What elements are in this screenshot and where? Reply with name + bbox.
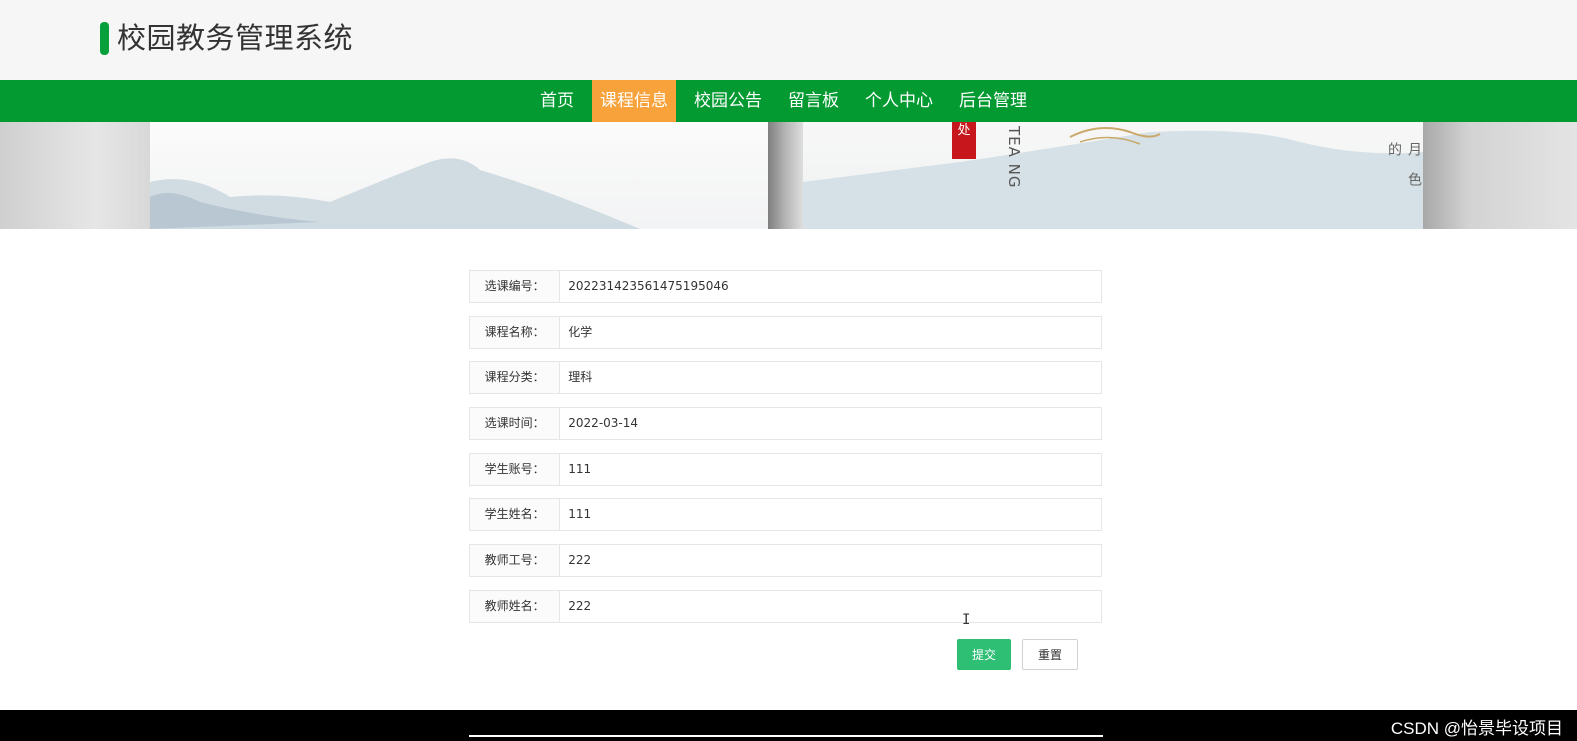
input-course-name[interactable] (560, 315, 1102, 349)
input-student-name[interactable] (560, 498, 1102, 532)
input-teacher-id[interactable] (560, 544, 1102, 578)
nav-item-message-board[interactable]: 留言板 (780, 80, 847, 122)
banner-seal: 处 (952, 122, 976, 159)
banner-mountains (150, 127, 1423, 229)
form-row-course-name: 课程名称： (469, 315, 1102, 349)
banner-image: 处 TEA NG 月色的 (0, 122, 1577, 229)
form-row-student-name: 学生姓名： (469, 498, 1102, 532)
nav-item-personal-center[interactable]: 个人中心 (857, 80, 941, 122)
reset-button[interactable]: 重置 (1022, 639, 1078, 670)
label-student-name: 学生姓名： (469, 498, 561, 532)
input-student-account[interactable] (560, 452, 1102, 486)
label-teacher-name: 教师姓名： (469, 589, 561, 623)
form-row-teacher-id: 教师工号： (469, 544, 1102, 578)
label-teacher-id: 教师工号： (469, 544, 561, 578)
form-actions: 提交 重置 (957, 639, 1078, 670)
label-selection-time: 选课时间： (469, 407, 561, 441)
site-title: 校园教务管理系统 (117, 21, 354, 55)
label-course-category: 课程分类： (469, 361, 561, 395)
logo-accent-bar (100, 22, 109, 55)
banner-side-text: TEA NG (1005, 126, 1023, 189)
nav-item-home[interactable]: 首页 (532, 80, 582, 122)
csdn-watermark: CSDN @怡景毕设项目 (1390, 719, 1563, 738)
nav-item-announcements[interactable]: 校园公告 (686, 80, 770, 122)
nav-item-admin[interactable]: 后台管理 (951, 80, 1035, 122)
label-selection-id: 选课编号： (469, 270, 561, 303)
form-row-selection-id: 选课编号： (469, 270, 1102, 303)
form-row-selection-time: 选课时间： (469, 407, 1102, 441)
banner-vertical-chars: 月色的 (1386, 142, 1422, 202)
label-course-name: 课程名称： (469, 315, 561, 349)
label-student-account: 学生账号： (469, 452, 561, 486)
text-cursor-icon: I (962, 612, 971, 628)
nav-list: 首页 课程信息 校园公告 留言板 个人中心 后台管理 (532, 80, 1045, 122)
form-row-student-account: 学生账号： (469, 452, 1102, 486)
form-row-course-category: 课程分类： (469, 361, 1102, 395)
input-teacher-name[interactable] (560, 589, 1102, 623)
submit-button[interactable]: 提交 (957, 639, 1011, 670)
site-header: 校园教务管理系统 (0, 0, 1577, 80)
input-selection-id[interactable] (560, 270, 1102, 303)
input-selection-time[interactable] (560, 407, 1102, 441)
form-row-teacher-name: 教师姓名： (469, 589, 1102, 623)
page-footer: CSDN @怡景毕设项目 (0, 710, 1577, 741)
footer-divider (469, 735, 1103, 737)
course-selection-form: 选课编号： 课程名称： 课程分类： 选课时间： 学生账号： 学生姓名： 教师工号… (469, 270, 1102, 636)
nav-item-course-info[interactable]: 课程信息 (592, 80, 676, 122)
main-nav: 首页 课程信息 校园公告 留言板 个人中心 后台管理 (0, 80, 1577, 122)
input-course-category[interactable] (560, 361, 1102, 395)
